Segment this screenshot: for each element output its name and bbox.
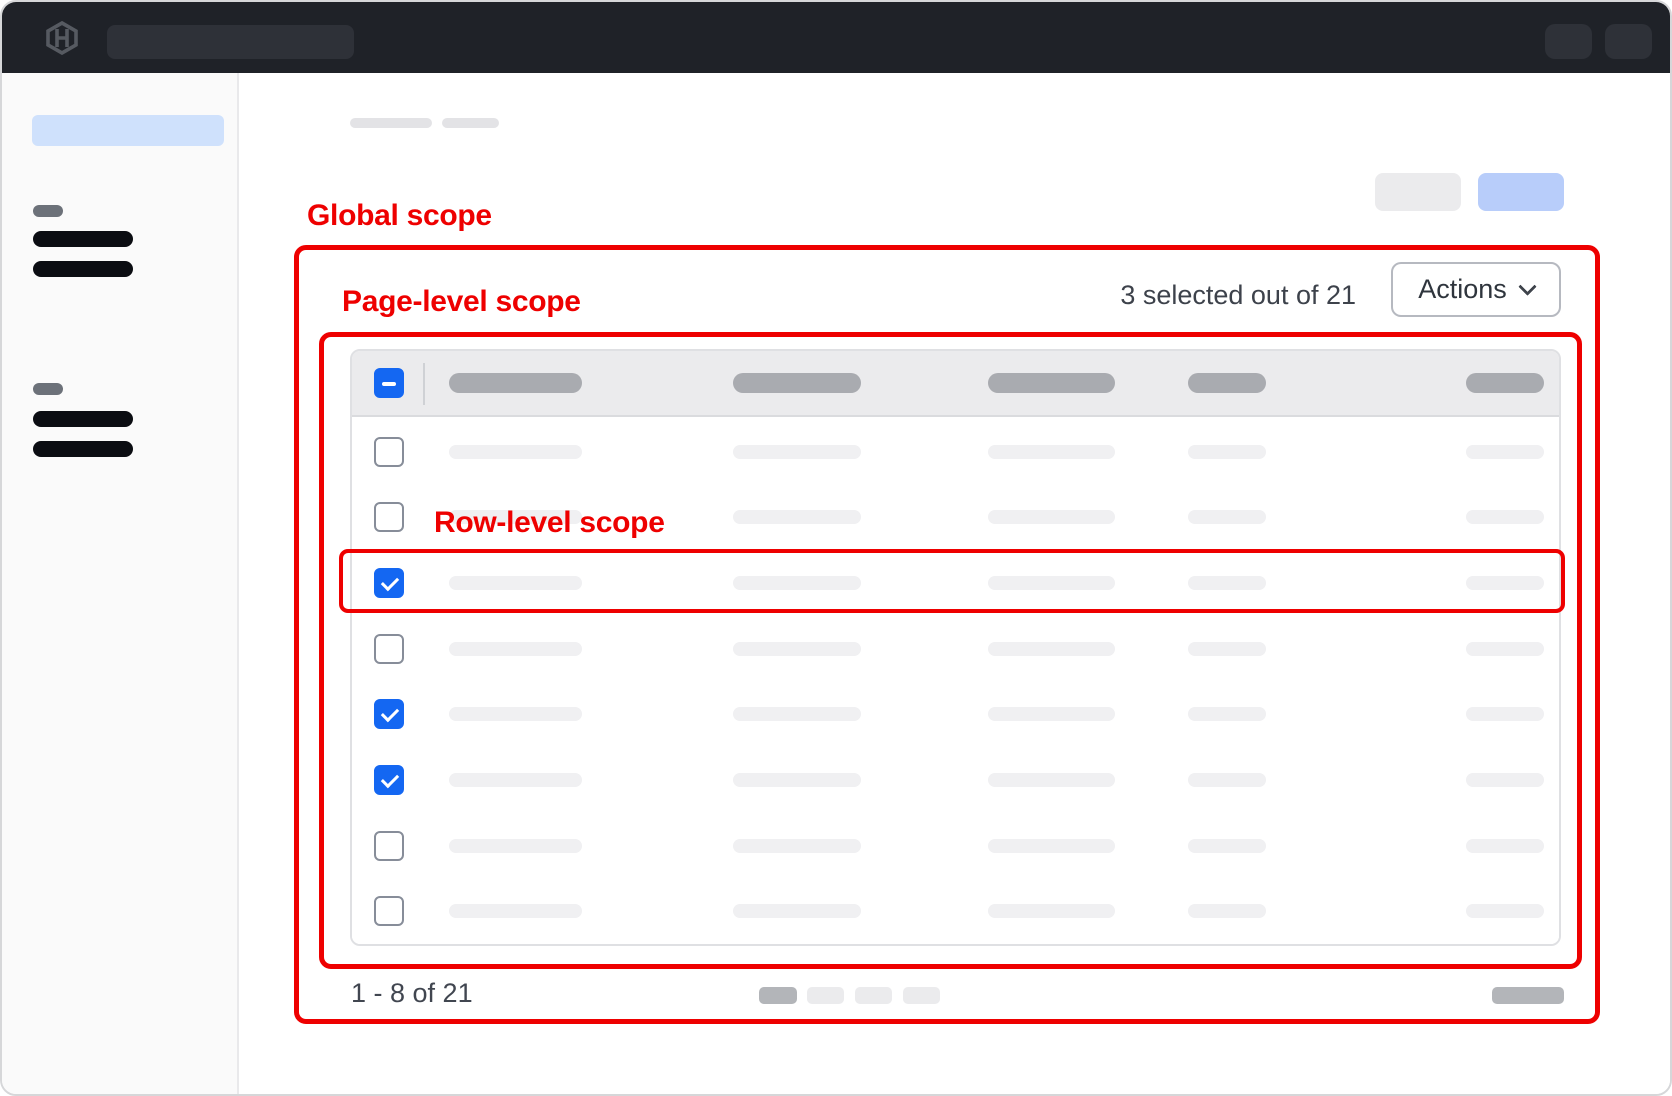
row-checkbox-checked[interactable] [374, 568, 404, 598]
cell-placeholder [1188, 445, 1266, 459]
row-checkbox[interactable] [374, 831, 404, 861]
column-header-skeleton [733, 373, 861, 393]
cell-placeholder [1466, 707, 1544, 721]
cell-placeholder [733, 773, 861, 787]
cell-placeholder [988, 445, 1115, 459]
cell-placeholder [1466, 839, 1544, 853]
sidebar-section-label-skeleton [33, 383, 63, 395]
column-header-skeleton [988, 373, 1115, 393]
cell-placeholder [733, 510, 861, 524]
secondary-button-skeleton[interactable] [1375, 173, 1461, 211]
row-checkbox[interactable] [374, 634, 404, 664]
table-row [352, 550, 1559, 616]
app-window: 3 selected out of 21 Actions 1 - 8 of 21… [0, 0, 1672, 1096]
table-row [352, 878, 1559, 944]
topbar-button-skeleton[interactable] [1545, 24, 1592, 59]
pagination-page-skeleton[interactable] [759, 987, 797, 1004]
topbar-button-skeleton[interactable] [1605, 24, 1652, 59]
row-checkbox[interactable] [374, 502, 404, 532]
cell-placeholder [1466, 904, 1544, 918]
cell-placeholder [1188, 510, 1266, 524]
pagination-range-label: 1 - 8 of 21 [351, 978, 473, 1009]
cell-placeholder [449, 576, 582, 590]
cell-placeholder [988, 707, 1115, 721]
sidebar [2, 73, 239, 1096]
cell-placeholder [733, 445, 861, 459]
chevron-down-icon [1518, 277, 1536, 295]
cell-placeholder [449, 904, 582, 918]
table-row [352, 419, 1559, 485]
pagination-next-skeleton[interactable] [1492, 987, 1564, 1004]
cell-placeholder [1466, 773, 1544, 787]
row-checkbox[interactable] [374, 437, 404, 467]
table-row [352, 682, 1559, 748]
column-header-skeleton [1188, 373, 1266, 393]
cell-placeholder [988, 510, 1115, 524]
select-all-checkbox[interactable] [374, 368, 404, 398]
row-checkbox-checked[interactable] [374, 765, 404, 795]
cell-placeholder [1466, 642, 1544, 656]
table-row [352, 813, 1559, 879]
sidebar-nav-item-skeleton[interactable] [33, 261, 133, 277]
table-row [352, 747, 1559, 813]
table-row [352, 485, 1559, 551]
cell-placeholder [449, 445, 582, 459]
cell-placeholder [988, 839, 1115, 853]
cell-placeholder [1466, 576, 1544, 590]
sidebar-nav-item-skeleton[interactable] [33, 231, 133, 247]
cell-placeholder [449, 510, 582, 524]
breadcrumb-skeleton [350, 118, 432, 128]
cell-placeholder [1188, 904, 1266, 918]
cell-placeholder [1188, 576, 1266, 590]
actions-button-label: Actions [1418, 274, 1507, 305]
column-header-skeleton [1466, 373, 1544, 393]
cell-placeholder [733, 839, 861, 853]
cell-placeholder [988, 576, 1115, 590]
row-checkbox[interactable] [374, 896, 404, 926]
actions-button[interactable]: Actions [1391, 262, 1561, 317]
header-divider [423, 363, 425, 405]
table-header [352, 351, 1559, 417]
column-header-skeleton [449, 373, 582, 393]
cell-placeholder [449, 773, 582, 787]
pagination-page-skeleton[interactable] [807, 987, 844, 1004]
row-checkbox-checked[interactable] [374, 699, 404, 729]
breadcrumb-skeleton [442, 118, 499, 128]
cell-placeholder [733, 904, 861, 918]
cell-placeholder [733, 576, 861, 590]
cell-placeholder [1466, 445, 1544, 459]
cell-placeholder [1188, 642, 1266, 656]
cell-placeholder [733, 642, 861, 656]
sidebar-nav-item-skeleton[interactable] [33, 411, 133, 427]
sidebar-active-item[interactable] [32, 115, 224, 146]
sidebar-nav-item-skeleton[interactable] [33, 441, 133, 457]
selection-summary: 3 selected out of 21 [956, 280, 1356, 311]
search-input[interactable] [107, 25, 354, 59]
cell-placeholder [1466, 510, 1544, 524]
primary-button-skeleton[interactable] [1478, 173, 1564, 211]
sidebar-section-label-skeleton [33, 205, 63, 217]
cell-placeholder [733, 707, 861, 721]
pagination-page-skeleton[interactable] [903, 987, 940, 1004]
cell-placeholder [449, 707, 582, 721]
cell-placeholder [449, 642, 582, 656]
cell-placeholder [1188, 773, 1266, 787]
cell-placeholder [1188, 707, 1266, 721]
cell-placeholder [988, 904, 1115, 918]
cell-placeholder [449, 839, 582, 853]
table-row [352, 616, 1559, 682]
table-body [352, 419, 1559, 944]
pagination-page-skeleton[interactable] [855, 987, 892, 1004]
hashicorp-logo-icon [44, 21, 80, 55]
topbar [2, 2, 1670, 73]
cell-placeholder [1188, 839, 1266, 853]
cell-placeholder [988, 773, 1115, 787]
cell-placeholder [988, 642, 1115, 656]
data-table [350, 349, 1561, 946]
